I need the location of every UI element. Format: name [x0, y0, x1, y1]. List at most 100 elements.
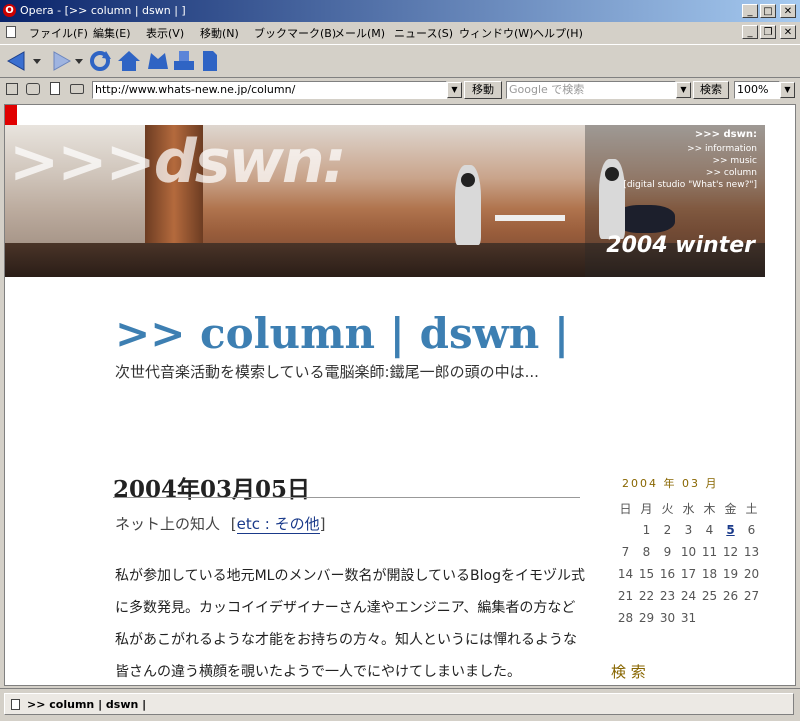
- calendar-weekday: 月: [640, 501, 653, 516]
- calendar-week: 7 8 9 10 11 12 13: [615, 541, 762, 563]
- search-engine-dropdown-icon[interactable]: ▼: [676, 82, 691, 98]
- calendar-day: 9: [663, 545, 672, 559]
- calendar-day: 30: [659, 611, 676, 625]
- calendar-day: 3: [684, 523, 693, 537]
- menu-help[interactable]: ヘルプ(H): [533, 25, 583, 41]
- page-tab[interactable]: >> column | dswn |: [4, 693, 794, 715]
- dswn-logo: >>>dswn:: [9, 127, 347, 197]
- banner-nav-music[interactable]: >> music: [712, 155, 757, 167]
- calendar-day: 24: [680, 589, 697, 603]
- calendar-day: 13: [743, 545, 760, 559]
- calendar-day: 7: [621, 545, 630, 559]
- menu-news[interactable]: ニュース(S): [394, 25, 453, 41]
- print-small-icon[interactable]: [70, 84, 84, 94]
- doc-close-button[interactable]: ✕: [780, 25, 796, 39]
- calendar-day: [720, 607, 741, 629]
- calendar-day: 27: [743, 589, 760, 603]
- calendar-day: 25: [701, 589, 718, 603]
- post-date: 2004年03月05日: [113, 476, 311, 503]
- banner-nav-column[interactable]: >> column: [706, 167, 757, 179]
- speaker-image: [455, 165, 481, 245]
- calendar-day: 17: [680, 567, 697, 581]
- zoom-field[interactable]: 100%: [734, 81, 780, 99]
- menu-window[interactable]: ウィンドウ(W): [459, 25, 533, 41]
- page-info-icon[interactable]: [200, 49, 220, 73]
- doc-minimize-button[interactable]: _: [742, 25, 758, 39]
- search-input[interactable]: Google で検索: [506, 81, 676, 99]
- calendar-day: 18: [701, 567, 718, 581]
- menu-navigate[interactable]: 移動(N): [200, 25, 239, 41]
- calendar-week: 28 29 30 31: [615, 607, 762, 629]
- category-bracket-open: [: [230, 515, 237, 533]
- url-dropdown-icon[interactable]: ▼: [447, 82, 462, 98]
- banner-nav-home[interactable]: >>> dswn:: [695, 129, 757, 141]
- print-icon[interactable]: [172, 49, 196, 73]
- minimize-button[interactable]: _: [742, 4, 758, 18]
- menu-bookmarks[interactable]: ブックマーク(B): [254, 25, 336, 41]
- calendar-weekday: 土: [745, 501, 758, 516]
- menu-mail[interactable]: メール(M): [334, 25, 385, 41]
- calendar-day: 8: [642, 545, 651, 559]
- calendar-weekday: 水: [682, 501, 695, 516]
- go-button[interactable]: 移動: [464, 81, 502, 99]
- status-bar: >> column | dswn |: [0, 688, 800, 721]
- menu-bar: ファイル(F) 編集(E) 表示(V) 移動(N) ブックマーク(B) メール(…: [0, 22, 800, 42]
- calendar-day: 19: [722, 567, 739, 581]
- close-button[interactable]: ✕: [780, 4, 796, 18]
- header-banner: >>>dswn: >>> dswn: >> information >> mus…: [5, 125, 765, 277]
- post-category-link[interactable]: etc : その他: [236, 515, 320, 534]
- back-history-dropdown-icon[interactable]: [33, 57, 41, 65]
- navigation-toolbar: [0, 44, 800, 78]
- security-lock-icon[interactable]: [6, 83, 18, 95]
- search-button[interactable]: 検索: [693, 81, 729, 99]
- calendar-day: 23: [659, 589, 676, 603]
- calendar-day: [615, 519, 636, 541]
- menu-file[interactable]: ファイル(F): [29, 25, 88, 41]
- calendar-day: 12: [722, 545, 739, 559]
- hotlist-icon[interactable]: [145, 49, 171, 73]
- date-divider: [113, 497, 580, 498]
- url-input[interactable]: http://www.whats-new.ne.jp/column/: [92, 81, 447, 99]
- calendar-day: 14: [617, 567, 634, 581]
- site-description: 次世代音楽活動を模索している電脳楽師:鐵尾一郎の頭の中は...: [115, 363, 539, 381]
- menu-view[interactable]: 表示(V): [146, 25, 184, 41]
- title-bar: O Opera - [>> column | dswn | ] _ □ ✕: [0, 0, 800, 22]
- calendar-day: 2: [663, 523, 672, 537]
- calendar-weekday: 木: [703, 501, 716, 516]
- camera-icon[interactable]: [26, 83, 40, 95]
- banner-nav-information[interactable]: >> information: [687, 143, 757, 155]
- site-title[interactable]: >> column | dswn |: [115, 309, 569, 358]
- tab-title: >> column | dswn |: [27, 698, 147, 711]
- post-title-row: ネット上の知人 [etc : その他]: [115, 513, 325, 534]
- menu-edit[interactable]: 編集(E): [93, 25, 131, 41]
- category-bracket-close: ]: [319, 515, 326, 533]
- calendar-day: 6: [747, 523, 756, 537]
- calendar-day: 16: [659, 567, 676, 581]
- calendar-day: [699, 607, 720, 629]
- calendar-day: 4: [705, 523, 714, 537]
- page-icon[interactable]: [50, 82, 60, 95]
- forward-history-dropdown-icon[interactable]: [75, 57, 83, 65]
- tab-page-icon: [11, 699, 20, 710]
- calendar-title: 2004 年 03 月: [622, 477, 719, 490]
- window-title: Opera - [>> column | dswn | ]: [20, 4, 186, 17]
- doc-restore-button[interactable]: ❐: [760, 25, 776, 39]
- calendar-day: 29: [638, 611, 655, 625]
- back-arrow-icon[interactable]: [6, 51, 28, 71]
- calendar-day-link[interactable]: 5: [726, 523, 734, 537]
- reload-icon[interactable]: [88, 49, 112, 73]
- calendar-weekday: 日: [619, 501, 632, 516]
- calendar-day[interactable]: 5: [720, 519, 741, 541]
- post-title: ネット上の知人: [115, 515, 221, 533]
- table-image: [495, 215, 565, 221]
- maximize-button[interactable]: □: [760, 4, 776, 18]
- forward-arrow-icon[interactable]: [50, 51, 72, 71]
- post-body: 私が参加している地元MLのメンバー数名が開設しているBlogをイモヅル式に多数発…: [115, 568, 585, 680]
- banner-nav-studio[interactable]: [digital studio "What's new?"]: [623, 179, 757, 191]
- calendar-day: 1: [642, 523, 651, 537]
- home-icon[interactable]: [116, 49, 142, 73]
- calendar-day: 22: [638, 589, 655, 603]
- calendar-day: 31: [680, 611, 697, 625]
- zoom-dropdown-icon[interactable]: ▼: [780, 82, 795, 98]
- calendar-day: 26: [722, 589, 739, 603]
